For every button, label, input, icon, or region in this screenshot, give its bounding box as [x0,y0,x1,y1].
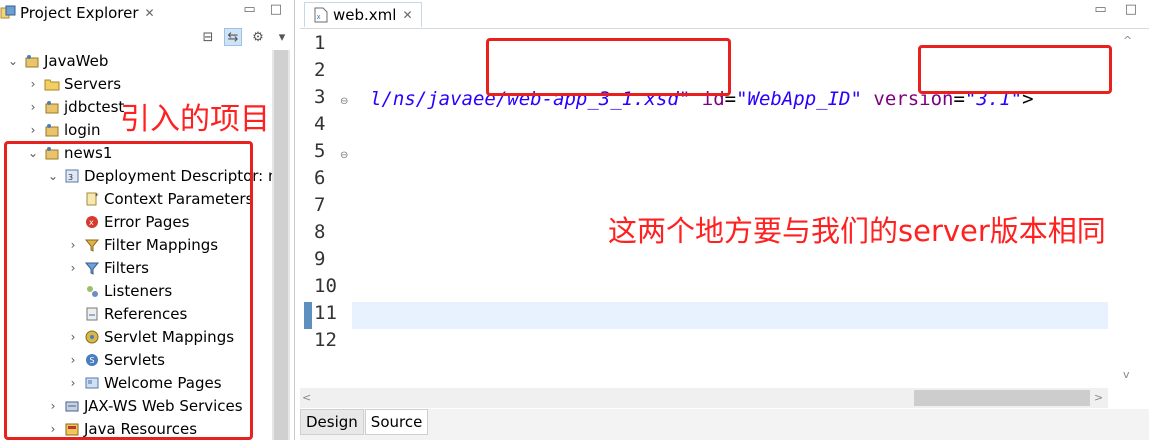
current-line-highlight [352,302,1108,329]
annotation-box-schema [486,38,731,96]
scrollbar-thumb[interactable] [274,50,288,440]
editor-tabbar: x web.xml ✕ ▭ □ [300,0,1149,29]
editor-mode-tabs: Design Source [300,409,1149,440]
annotation-box-version [918,45,1112,94]
tree-item-login[interactable]: › login [26,119,101,141]
tab-source[interactable]: Source [364,409,429,435]
annotation-imported-projects: 引入的项目 [120,102,270,137]
close-icon[interactable]: ✕ [145,6,155,20]
project-explorer-title: Project Explorer [20,4,139,22]
project-icon [24,53,40,69]
chevron-right-icon[interactable]: › [26,77,40,91]
editor-window-controls: ▭ □ [1094,2,1137,17]
line-number: 9 [314,248,326,270]
tree-item-label: JavaWeb [44,52,109,70]
line-number: 12 [314,329,337,351]
tree-item-label: Servers [64,75,122,93]
scroll-right-arrow-icon[interactable]: > [1094,391,1103,404]
scroll-up-arrow-icon[interactable]: ^ [1123,34,1132,47]
line-number: 1 [314,32,326,54]
line-number: 11 [314,302,337,324]
fold-collapse-icon[interactable]: ⊖ [340,96,348,107]
project-explorer-scrollbar[interactable] [272,50,290,440]
maximize-icon[interactable]: □ [270,2,282,17]
collapse-all-icon[interactable]: ⊟ [200,29,216,45]
folder-icon [44,76,60,92]
tree-item-label: login [64,121,101,139]
minimize-icon[interactable]: ▭ [1094,2,1106,17]
scrollbar-thumb[interactable] [914,390,1090,406]
scroll-down-arrow-icon[interactable]: v [1123,368,1130,381]
editor-horizontal-scrollbar[interactable]: < > [300,388,1108,408]
editor-tab-title: web.xml [333,6,397,24]
tree-item-javaweb[interactable]: ⌄ JavaWeb [6,50,108,72]
annotation-server-version-note: 这两个地方要与我们的server版本相同 [608,214,1106,248]
id-attribute-value: "WebApp_ID" [736,88,862,110]
scroll-left-arrow-icon[interactable]: < [302,391,311,404]
editor-tab-web-xml[interactable]: x web.xml ✕ [304,2,422,27]
project-explorer-tabbar: Project Explorer ✕ ▭ □ [0,0,294,26]
project-explorer-toolbar: ⊟ ⇆ ⚙ ▾ [200,28,290,46]
line-number: 4 [314,113,326,135]
view-menu-gear-icon[interactable]: ⚙ [250,29,266,45]
line-number: 6 [314,167,326,189]
maximize-icon[interactable]: □ [1125,2,1137,17]
chevron-right-icon[interactable]: › [26,100,40,114]
xml-file-icon: x [313,7,329,23]
editor-vertical-scrollbar[interactable]: ^ v [1109,30,1149,388]
tree-item-jdbctest[interactable]: › jdbctest [26,96,125,118]
svg-text:x: x [317,13,321,21]
line-number: 7 [314,194,326,216]
line-number: 8 [314,221,326,243]
line-number: 2 [314,59,326,81]
tab-design[interactable]: Design [300,409,364,435]
fold-collapse-icon[interactable]: ⊖ [340,150,348,161]
project-icon [44,122,60,138]
minimize-icon[interactable]: ▭ [243,2,255,17]
project-icon [44,99,60,115]
line-number: 10 [314,275,337,297]
link-with-editor-icon[interactable]: ⇆ [224,28,242,46]
tree-item-label: jdbctest [64,98,125,116]
tree-item-servers[interactable]: › Servers [26,73,121,95]
project-explorer-tab[interactable]: Project Explorer ✕ [0,0,155,26]
project-explorer-window-controls: ▭ □ [243,2,282,17]
chevron-down-icon[interactable]: ⌄ [6,54,20,68]
close-icon[interactable]: ✕ [402,8,412,22]
project-explorer-icon [0,5,16,21]
chevron-right-icon[interactable]: › [26,123,40,137]
line-marker [304,302,312,329]
view-menu-chevron-down-icon[interactable]: ▾ [274,29,290,45]
annotation-box-project [4,141,253,440]
